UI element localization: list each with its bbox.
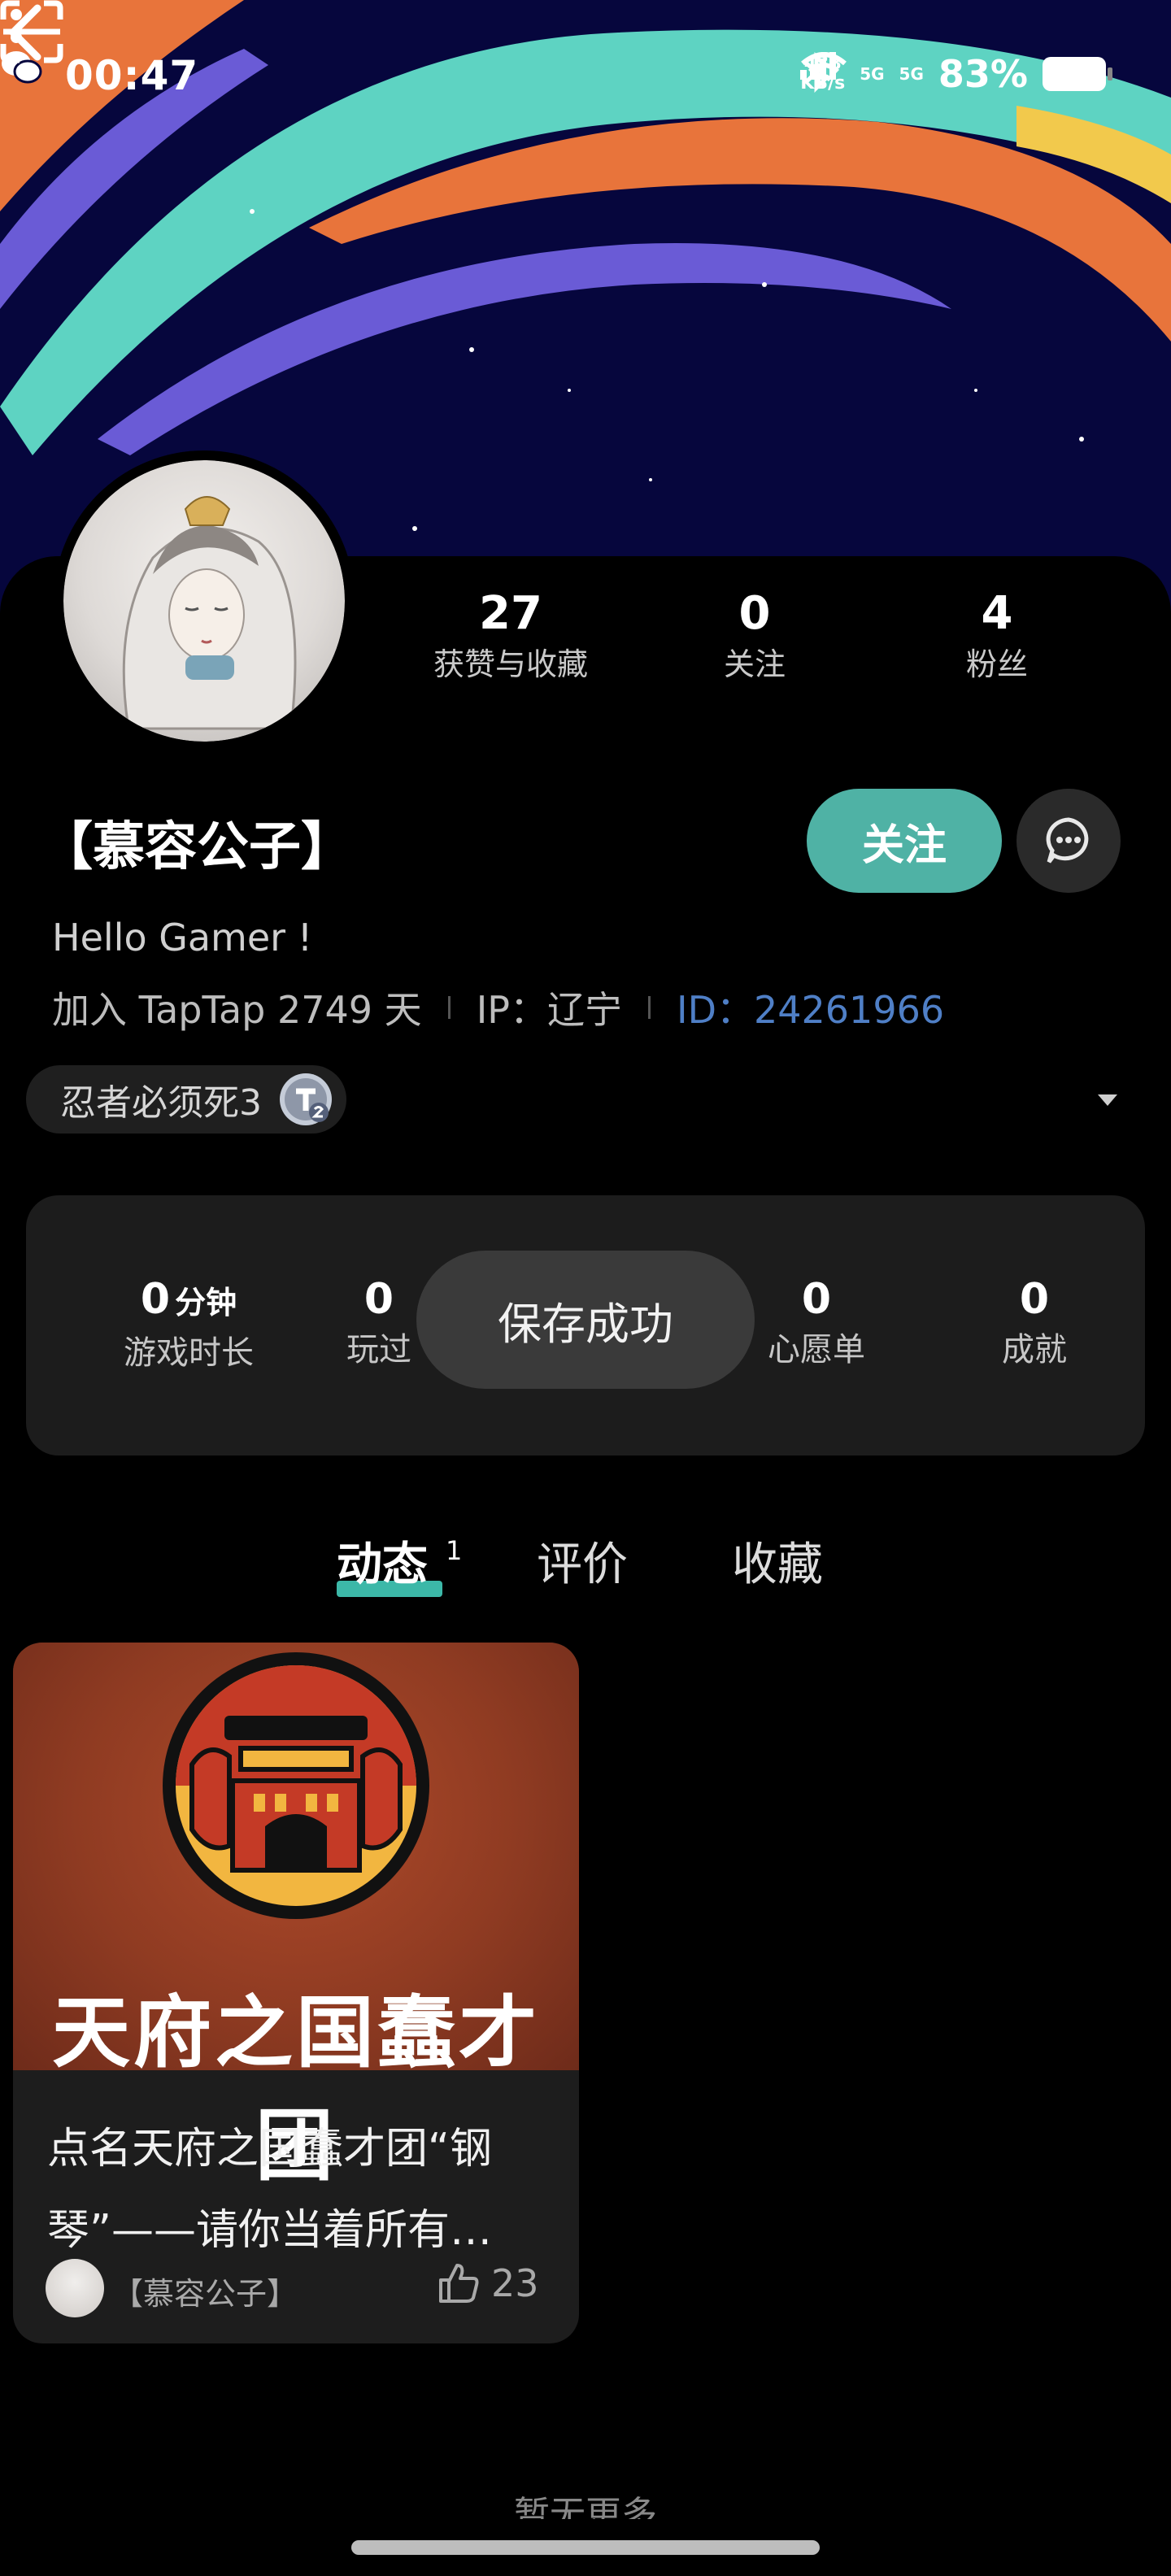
achievement-label: 成就 [1002, 1331, 1067, 1368]
message-icon [1046, 817, 1089, 864]
post-author-avatar [46, 2259, 104, 2317]
wifi-icon [801, 52, 847, 88]
battery-percent: 83% [938, 52, 1028, 96]
game-chip-label: 忍者必须死3 [60, 1082, 262, 1124]
username: 【慕容公子】 [41, 817, 353, 877]
message-button[interactable] [1016, 789, 1121, 893]
game-chip[interactable]: 忍者必须死3 [26, 1065, 346, 1134]
tab-favorites[interactable]: 收藏 [732, 1529, 823, 1602]
like-count: 23 [491, 2261, 539, 2305]
user-id[interactable]: ID：24261966 [677, 981, 944, 1034]
stat-fans[interactable]: 4 粉丝 [875, 585, 1119, 686]
status-bar: 00:47 438 KB/s 5G 5G [0, 49, 1171, 107]
tab-reviews[interactable]: 评价 [537, 1529, 628, 1602]
stat-following-value: 0 [738, 587, 771, 640]
content-tabs: 动态 评价 收藏 [0, 1529, 1171, 1602]
status-indicators: 438 KB/s 5G 5G 83% [800, 52, 1112, 96]
signal-2-label: 5G [899, 64, 924, 84]
ip-location: IP：辽宁 [476, 988, 622, 1032]
badge-graphic [285, 1078, 329, 1122]
divider [648, 996, 651, 1019]
post-cover-image: 天府之国蠢才团 [13, 1643, 579, 2191]
signal-1-label: 5G [860, 64, 885, 84]
signal-1: 5G [800, 52, 885, 84]
tab-feed[interactable]: 动态 [337, 1529, 428, 1602]
avatar-illustration [122, 496, 297, 730]
playtime-label: 游戏时长 [124, 1334, 254, 1372]
stat-likes-value: 27 [479, 587, 542, 640]
post-author-name: 【慕容公子】 [112, 2276, 298, 2312]
profile-meta: 加入 TapTap 2749 天 IP：辽宁 ID：24261966 [52, 981, 944, 1034]
toast-message: 保存成功 [416, 1251, 755, 1389]
bio: Hello Gamer ! [52, 916, 313, 959]
stat-following[interactable]: 0 关注 [633, 585, 877, 686]
stat-following-label: 关注 [723, 646, 786, 682]
avatar[interactable] [54, 450, 355, 751]
divider [447, 996, 451, 1019]
post-cover-emblem [163, 1652, 429, 1919]
battery-icon [1043, 57, 1112, 91]
avatar-image [63, 460, 345, 742]
home-indicator[interactable] [351, 2540, 820, 2555]
like-icon [439, 2264, 479, 2303]
stat-likes-label: 获赞与收藏 [433, 646, 588, 682]
playtime-number: 0 [140, 1275, 171, 1324]
dropdown-icon[interactable] [1098, 1094, 1117, 1106]
game-badge-icon [280, 1073, 332, 1125]
signal-2: 5G [800, 52, 924, 84]
playtime-stat[interactable]: 0 分钟 游戏时长 [91, 1273, 286, 1377]
playtime-value: 0 分钟 [91, 1273, 286, 1329]
stat-likes[interactable]: 27 获赞与收藏 [389, 585, 633, 686]
post-title-line-2: 琴”——请你当着所有… [47, 2206, 492, 2255]
no-more-hint: 暂无更多 [514, 2494, 657, 2519]
stat-fans-value: 4 [981, 587, 1013, 640]
achievement-value: 0 [1019, 1275, 1050, 1324]
playtime-unit: 分钟 [175, 1285, 237, 1321]
more-icon[interactable] [0, 0, 33, 62]
tab-feed-count: 1 [446, 1535, 463, 1566]
follow-button[interactable]: 关注 [807, 789, 1002, 893]
post-title-line-1: 点名天府之国蠢才团“钢 [47, 2125, 492, 2174]
stat-fans-label: 粉丝 [965, 646, 1028, 682]
status-time: 00:47 [65, 52, 199, 99]
like-button[interactable]: 23 [436, 2261, 539, 2306]
achievement-stat[interactable]: 0 成就 [937, 1273, 1132, 1374]
post-card[interactable]: 天府之国蠢才团 点名天府之国蠢才团“钢 琴”——请你当着所有… 【慕容公子】 2… [13, 1643, 579, 2343]
join-days: 加入 TapTap 2749 天 [52, 988, 422, 1032]
